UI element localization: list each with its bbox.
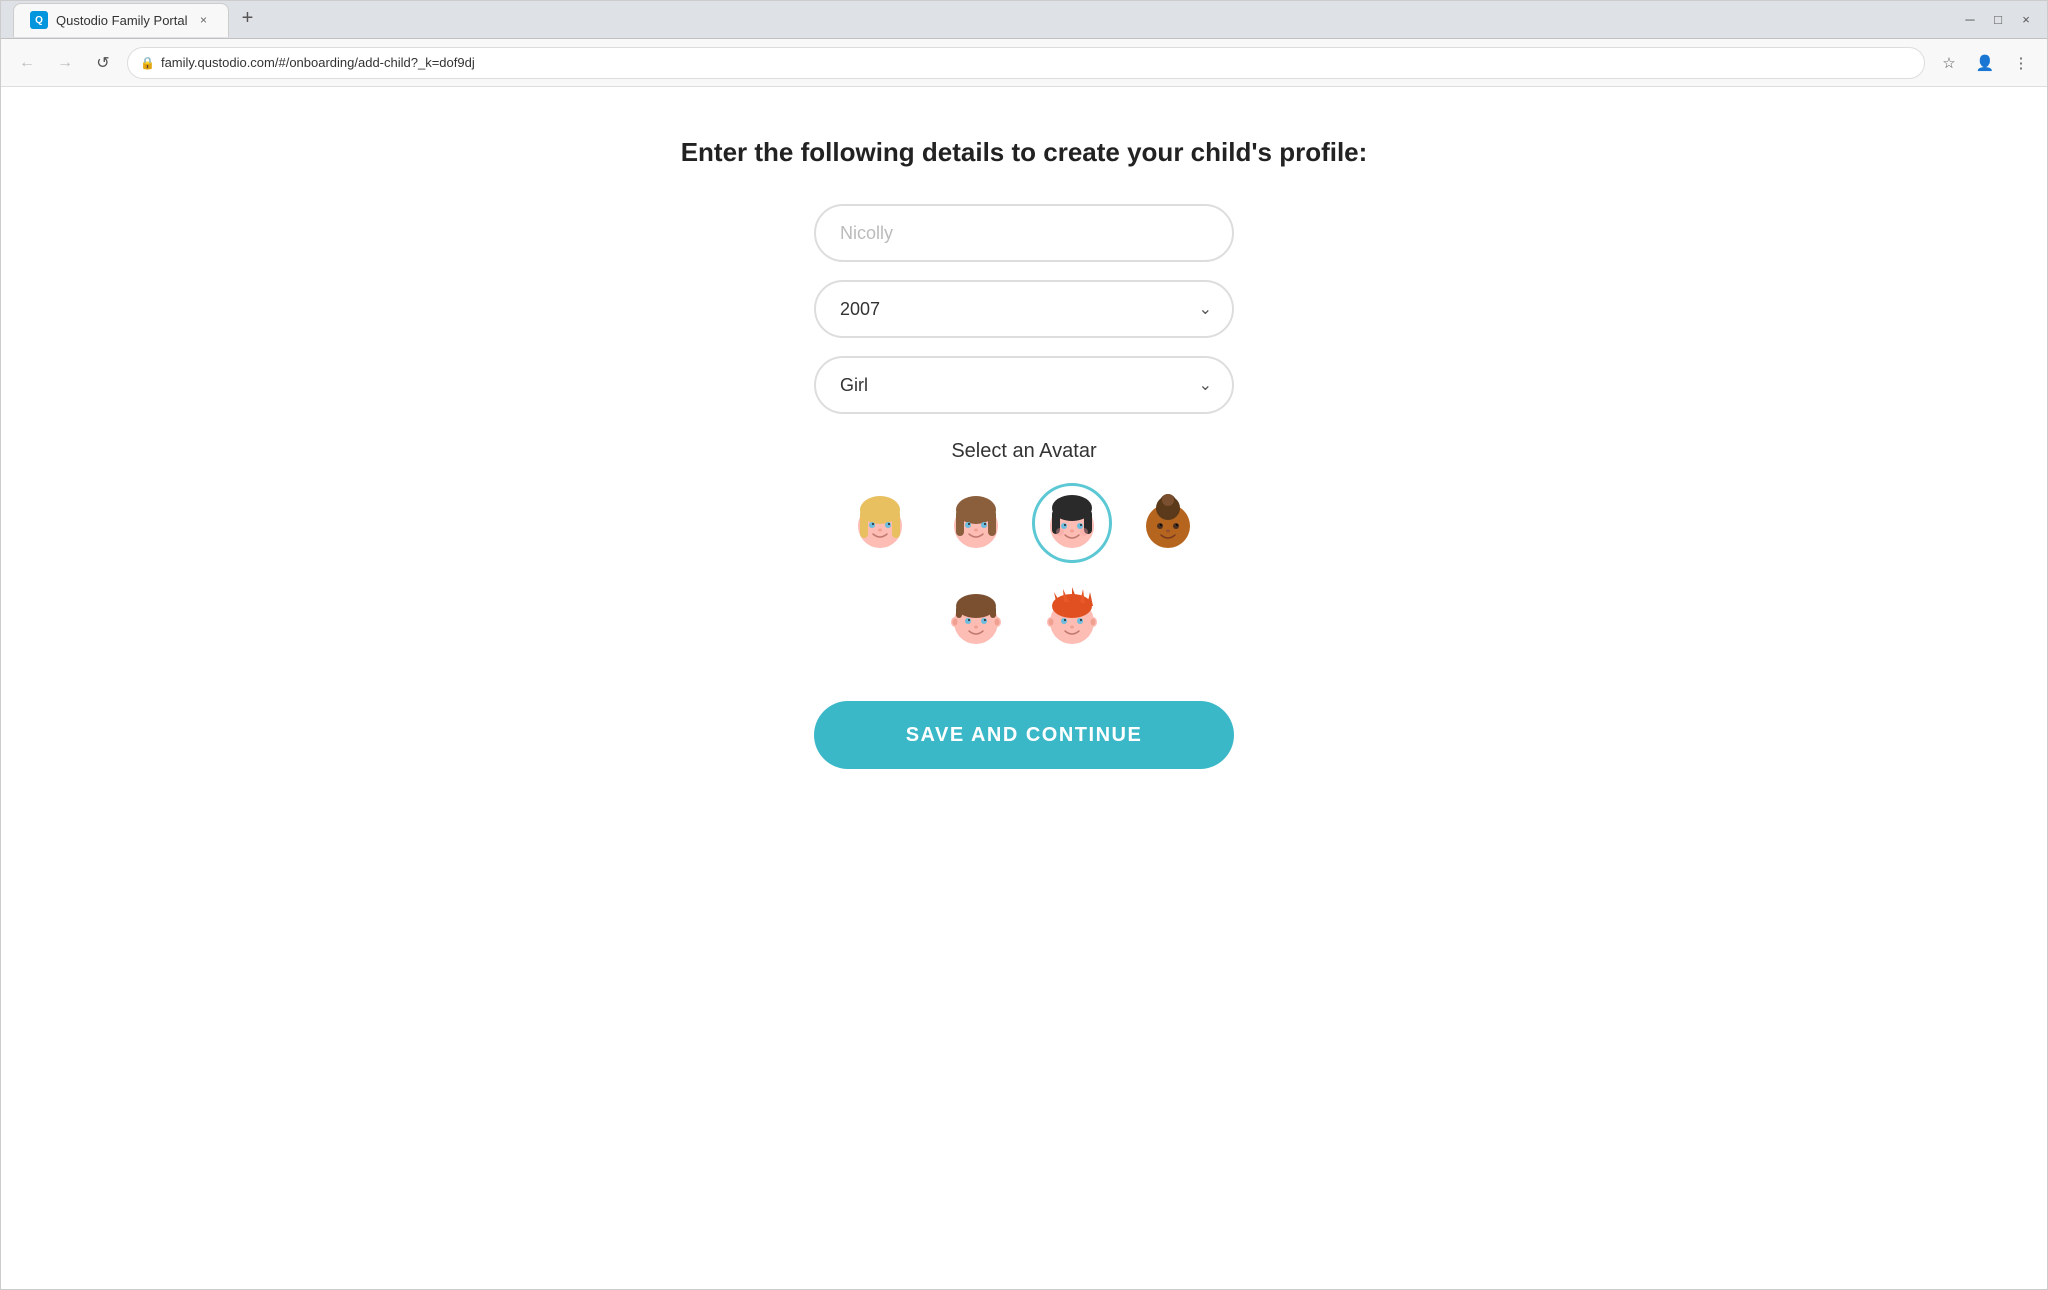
title-bar-left: Q Qustodio Family Portal × + bbox=[13, 3, 263, 37]
avatar-grid bbox=[814, 483, 1234, 659]
save-and-continue-button[interactable]: SAVE AND CONTINUE bbox=[814, 701, 1234, 769]
avatar-5[interactable] bbox=[936, 579, 1016, 659]
menu-icon[interactable]: ⋮ bbox=[2007, 49, 2035, 77]
forward-button[interactable]: → bbox=[51, 49, 79, 77]
minimize-button[interactable]: ─ bbox=[1961, 11, 1979, 29]
window-controls: ─ □ × bbox=[1961, 11, 2035, 29]
close-window-button[interactable]: × bbox=[2017, 11, 2035, 29]
page-title: Enter the following details to create yo… bbox=[681, 137, 1368, 168]
new-tab-button[interactable]: + bbox=[233, 4, 263, 34]
gender-select-wrapper: Girl Boy ⌄ bbox=[814, 356, 1234, 414]
address-bar: ← → ↺ 🔒 family.qustodio.com/#/onboarding… bbox=[1, 39, 2047, 87]
avatar-3[interactable] bbox=[1032, 483, 1112, 563]
bookmark-icon[interactable]: ☆ bbox=[1935, 49, 1963, 77]
maximize-button[interactable]: □ bbox=[1989, 11, 2007, 29]
gender-select[interactable]: Girl Boy bbox=[814, 356, 1234, 414]
page-content: Enter the following details to create yo… bbox=[1, 87, 2047, 1289]
url-bar[interactable]: 🔒 family.qustodio.com/#/onboarding/add-c… bbox=[127, 47, 1925, 79]
child-name-input[interactable] bbox=[814, 204, 1234, 262]
avatar-2[interactable] bbox=[936, 483, 1016, 563]
tab-close-button[interactable]: × bbox=[196, 12, 212, 28]
year-select-wrapper: 2007 2000 2001 2002 2003 2004 2005 2006 … bbox=[814, 280, 1234, 338]
tab-favicon: Q bbox=[30, 11, 48, 29]
address-bar-right: ☆ 👤 ⋮ bbox=[1935, 49, 2035, 77]
lock-icon: 🔒 bbox=[140, 56, 155, 70]
url-text: family.qustodio.com/#/onboarding/add-chi… bbox=[161, 55, 475, 70]
tab-title: Qustodio Family Portal bbox=[56, 13, 188, 28]
year-select[interactable]: 2007 2000 2001 2002 2003 2004 2005 2006 … bbox=[814, 280, 1234, 338]
back-button[interactable]: ← bbox=[13, 49, 41, 77]
form-container: 2007 2000 2001 2002 2003 2004 2005 2006 … bbox=[814, 204, 1234, 769]
avatar-section-label: Select an Avatar bbox=[814, 440, 1234, 463]
reload-button[interactable]: ↺ bbox=[89, 49, 117, 77]
avatar-4[interactable] bbox=[1128, 483, 1208, 563]
browser-window: Q Qustodio Family Portal × + ─ □ × ← → ↺… bbox=[0, 0, 2048, 1290]
profile-icon[interactable]: 👤 bbox=[1971, 49, 1999, 77]
avatar-section: Select an Avatar bbox=[814, 440, 1234, 659]
browser-tab[interactable]: Q Qustodio Family Portal × bbox=[13, 3, 229, 37]
avatar-1[interactable] bbox=[840, 483, 920, 563]
avatar-6[interactable] bbox=[1032, 579, 1112, 659]
title-bar: Q Qustodio Family Portal × + ─ □ × bbox=[1, 1, 2047, 39]
